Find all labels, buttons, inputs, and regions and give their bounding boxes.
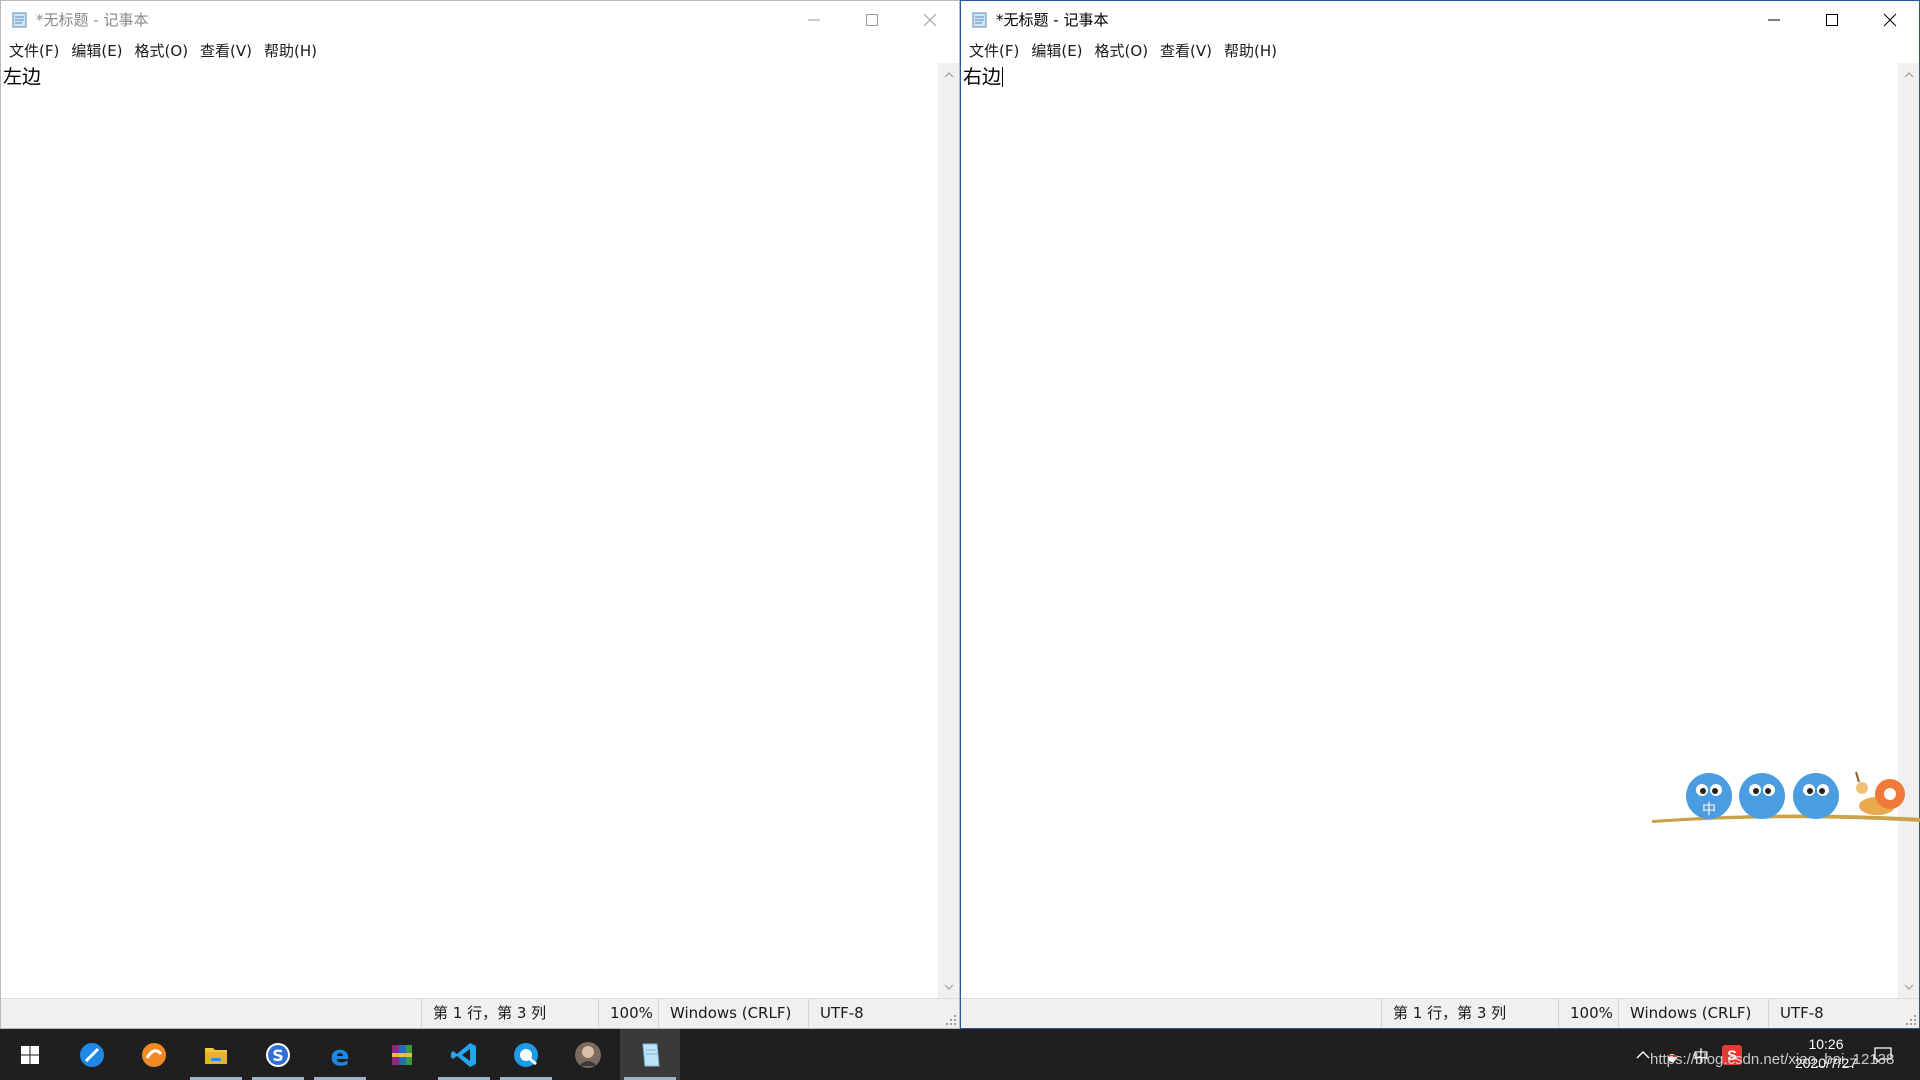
chevron-up-icon	[944, 71, 953, 77]
taskbar-avatar-app[interactable]	[558, 1029, 618, 1080]
bird-mascot-icon	[1793, 773, 1839, 819]
text-editor[interactable]: 左边	[1, 63, 938, 998]
close-icon	[923, 13, 937, 27]
taskbar-browser[interactable]	[62, 1029, 122, 1080]
taskbar-sogou[interactable]: S	[248, 1029, 308, 1080]
text-editor[interactable]: 右边	[961, 63, 1898, 998]
maximize-button[interactable]	[843, 1, 901, 39]
close-icon	[1883, 13, 1897, 27]
taskbar: S e 中 S 10:26 2020/7/27	[0, 1029, 1920, 1080]
editor-content: 右边	[963, 66, 1002, 88]
status-bar: 第 1 行，第 3 列 100% Windows (CRLF) UTF-8	[1, 998, 959, 1028]
notepad-icon	[972, 12, 987, 28]
minimize-icon	[808, 19, 820, 21]
ime-mascot-widget[interactable]: 中	[1652, 766, 1920, 826]
status-cursor-position: 第 1 行，第 3 列	[421, 999, 598, 1028]
svg-text:中: 中	[1702, 802, 1716, 818]
scroll-up-button[interactable]	[938, 65, 959, 83]
minimize-button[interactable]	[1745, 1, 1803, 39]
status-zoom: 100%	[1558, 999, 1618, 1028]
menu-bar: 文件(F) 编辑(E) 格式(O) 查看(V) 帮助(H)	[961, 39, 1919, 63]
resize-grip-icon[interactable]	[1905, 1014, 1917, 1026]
menu-file[interactable]: 文件(F)	[3, 39, 65, 63]
bird-mascot-icon	[1739, 773, 1785, 819]
taskbar-qq-browser[interactable]	[496, 1029, 556, 1080]
media-player-icon	[142, 1042, 166, 1067]
close-button[interactable]	[1861, 1, 1919, 39]
notepad-window-right[interactable]: *无标题 - 记事本 文件(F) 编辑(E) 格式(O) 查看(V) 帮助(H)…	[960, 0, 1920, 1029]
menu-help[interactable]: 帮助(H)	[258, 39, 323, 63]
status-zoom: 100%	[598, 999, 658, 1028]
sogou-icon: S	[266, 1042, 290, 1067]
status-encoding: UTF-8	[808, 999, 938, 1028]
menu-format[interactable]: 格式(O)	[1089, 39, 1155, 63]
vscode-icon	[451, 1042, 476, 1067]
bird-mascot-icon: 中	[1686, 773, 1732, 819]
chevron-up-icon	[1904, 71, 1913, 77]
avatar-app-icon	[575, 1041, 601, 1068]
scroll-down-button[interactable]	[1898, 978, 1919, 996]
svg-text:e: e	[331, 1040, 350, 1070]
minimize-button[interactable]	[785, 1, 843, 39]
start-icon	[21, 1045, 39, 1064]
vertical-scrollbar[interactable]	[1898, 63, 1919, 998]
minimize-icon	[1768, 19, 1780, 21]
taskbar-notepad[interactable]	[620, 1029, 680, 1080]
title-bar[interactable]: *无标题 - 记事本	[1, 1, 959, 39]
snail-mascot-icon	[1855, 771, 1905, 815]
menu-format[interactable]: 格式(O)	[129, 39, 195, 63]
taskbar-media-player[interactable]	[124, 1029, 184, 1080]
notepad-window-left[interactable]: *无标题 - 记事本 文件(F) 编辑(E) 格式(O) 查看(V) 帮助(H)…	[0, 0, 960, 1029]
taskbar-vscode[interactable]	[434, 1029, 494, 1080]
menu-view[interactable]: 查看(V)	[194, 39, 258, 63]
scroll-up-button[interactable]	[1898, 65, 1919, 83]
close-button[interactable]	[901, 1, 959, 39]
maximize-icon	[1826, 14, 1838, 26]
editor-content: 左边	[3, 66, 42, 88]
start-button[interactable]	[0, 1029, 60, 1080]
browser-icon	[80, 1042, 104, 1067]
status-line-ending: Windows (CRLF)	[658, 999, 808, 1028]
qq-browser-icon	[514, 1042, 538, 1067]
status-line-ending: Windows (CRLF)	[1618, 999, 1768, 1028]
menu-file[interactable]: 文件(F)	[963, 39, 1025, 63]
window-title: *无标题 - 记事本	[36, 11, 149, 29]
status-bar: 第 1 行，第 3 列 100% Windows (CRLF) UTF-8	[961, 998, 1919, 1028]
menu-view[interactable]: 查看(V)	[1154, 39, 1218, 63]
vertical-scrollbar[interactable]	[938, 63, 959, 998]
svg-text:S: S	[272, 1046, 284, 1065]
maximize-icon	[866, 14, 878, 26]
chevron-up-icon	[1636, 1050, 1650, 1058]
menu-help[interactable]: 帮助(H)	[1218, 39, 1283, 63]
menu-edit[interactable]: 编辑(E)	[1025, 39, 1088, 63]
scroll-down-button[interactable]	[938, 978, 959, 996]
watermark-text: https://blog.csdn.net/xiao_bai_12138	[1650, 1051, 1895, 1068]
taskbar-winrar[interactable]	[372, 1029, 432, 1080]
status-cursor-position: 第 1 行，第 3 列	[1381, 999, 1558, 1028]
menu-bar: 文件(F) 编辑(E) 格式(O) 查看(V) 帮助(H)	[1, 39, 959, 63]
chevron-down-icon	[944, 984, 953, 990]
resize-grip-icon[interactable]	[945, 1014, 957, 1026]
maximize-button[interactable]	[1803, 1, 1861, 39]
window-title: *无标题 - 记事本	[996, 11, 1109, 29]
status-encoding: UTF-8	[1768, 999, 1898, 1028]
taskbar-edge[interactable]: e	[310, 1029, 370, 1080]
winrar-icon	[392, 1044, 412, 1065]
chevron-down-icon	[1904, 984, 1913, 990]
title-bar[interactable]: *无标题 - 记事本	[961, 1, 1919, 39]
edge-icon: e	[331, 1040, 350, 1070]
taskbar-file-explorer[interactable]	[186, 1029, 246, 1080]
file-explorer-icon	[205, 1047, 227, 1064]
text-caret	[1002, 67, 1004, 87]
notepad-icon	[12, 12, 27, 28]
notepad-icon	[642, 1043, 660, 1066]
menu-edit[interactable]: 编辑(E)	[65, 39, 128, 63]
